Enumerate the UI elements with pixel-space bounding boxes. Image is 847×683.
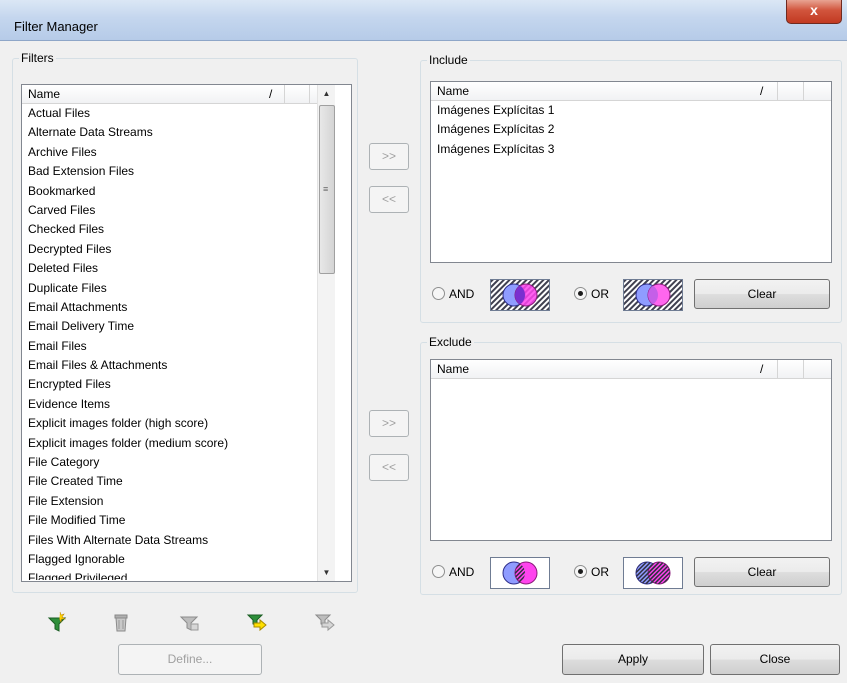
grip-icon: ≡: [323, 184, 329, 194]
include-list-item[interactable]: Imágenes Explícitas 1: [431, 101, 831, 120]
import-filter-icon[interactable]: [246, 611, 268, 633]
scroll-down-icon[interactable]: ▼: [318, 564, 335, 581]
sort-indicator: /: [760, 84, 764, 98]
exclude-list-header[interactable]: Name /: [431, 360, 831, 379]
exclude-and-label[interactable]: AND: [449, 565, 474, 579]
filter-list-item[interactable]: File Created Time: [22, 472, 334, 491]
exclude-list[interactable]: Name /: [430, 359, 832, 541]
window-title: Filter Manager: [14, 19, 98, 34]
or-venn-icon: [623, 279, 683, 311]
filter-list-item[interactable]: Alternate Data Streams: [22, 123, 334, 142]
remove-from-include-button[interactable]: <<: [369, 186, 409, 213]
include-list-header[interactable]: Name /: [431, 82, 831, 101]
filter-list-item[interactable]: Email Delivery Time: [22, 317, 334, 336]
filter-list-item[interactable]: Email Files: [22, 337, 334, 356]
remove-from-exclude-button[interactable]: <<: [369, 454, 409, 481]
include-list-item[interactable]: Imágenes Explícitas 2: [431, 120, 831, 139]
define-button[interactable]: Define...: [118, 644, 262, 675]
filters-rows: Actual Files Alternate Data Streams Archiv…: [22, 104, 334, 580]
title-bar: Filter Manager x: [0, 0, 847, 41]
filter-list-item[interactable]: File Category: [22, 453, 334, 472]
include-list-item[interactable]: Imágenes Explícitas 3: [431, 140, 831, 159]
filter-list-item[interactable]: Files With Alternate Data Streams: [22, 531, 334, 550]
include-or-radio[interactable]: [574, 287, 587, 300]
filters-list-header[interactable]: Name /: [22, 85, 334, 104]
edit-filter-icon[interactable]: [178, 611, 200, 633]
and-venn-icon: [490, 279, 550, 311]
filter-list-item[interactable]: Archive Files: [22, 143, 334, 162]
exclude-legend: Exclude: [429, 335, 472, 349]
add-to-exclude-button[interactable]: >>: [369, 410, 409, 437]
filter-list-item[interactable]: Carved Files: [22, 201, 334, 220]
new-filter-icon[interactable]: [46, 611, 68, 633]
filter-list-item[interactable]: Bad Extension Files: [22, 162, 334, 181]
include-rows: Imágenes Explícitas 1 Imágenes Explícitas…: [431, 101, 831, 159]
filter-list-item[interactable]: File Extension: [22, 492, 334, 511]
exclude-or-label[interactable]: OR: [591, 565, 609, 579]
filter-list-item[interactable]: Encrypted Files: [22, 375, 334, 394]
filter-list-item[interactable]: Email Files & Attachments: [22, 356, 334, 375]
filter-list-item[interactable]: Decrypted Files: [22, 240, 334, 259]
and-venn-icon: [490, 557, 550, 589]
filter-list-item[interactable]: Email Attachments: [22, 298, 334, 317]
sort-indicator: /: [269, 87, 273, 101]
dialog-body: Filters Name / Actual Files Alternate Dat…: [2, 41, 843, 681]
include-legend: Include: [429, 53, 468, 67]
add-to-include-button[interactable]: >>: [369, 143, 409, 170]
include-or-label[interactable]: OR: [591, 287, 609, 301]
filters-list[interactable]: Name / Actual Files Alternate Data Stream…: [21, 84, 352, 582]
name-column-header[interactable]: Name: [437, 84, 469, 98]
name-column-header[interactable]: Name: [437, 362, 469, 376]
column-divider: [803, 82, 804, 100]
filter-list-item[interactable]: Explicit images folder (medium score): [22, 434, 334, 453]
or-venn-icon: [623, 557, 683, 589]
scroll-up-icon[interactable]: ▲: [318, 85, 335, 102]
include-and-radio[interactable]: [432, 287, 445, 300]
filters-legend: Filters: [21, 51, 54, 65]
filter-list-item[interactable]: Actual Files: [22, 104, 334, 123]
delete-filter-icon[interactable]: [110, 611, 132, 633]
filter-list-item[interactable]: Bookmarked: [22, 182, 334, 201]
filter-list-item[interactable]: Duplicate Files: [22, 279, 334, 298]
column-divider: [284, 85, 285, 103]
filter-list-item[interactable]: Explicit images folder (high score): [22, 414, 334, 433]
scroll-thumb[interactable]: ≡: [319, 105, 335, 274]
close-button[interactable]: Close: [710, 644, 840, 675]
column-divider: [803, 360, 804, 378]
filter-list-item[interactable]: Checked Files: [22, 220, 334, 239]
include-clear-button[interactable]: Clear: [694, 279, 830, 309]
filter-list-item[interactable]: Evidence Items: [22, 395, 334, 414]
name-column-header[interactable]: Name: [28, 87, 60, 101]
exclude-or-radio[interactable]: [574, 565, 587, 578]
sort-indicator: /: [760, 362, 764, 376]
filter-list-item[interactable]: File Modified Time: [22, 511, 334, 530]
column-divider: [777, 360, 778, 378]
export-filter-icon[interactable]: [314, 611, 336, 633]
exclude-clear-button[interactable]: Clear: [694, 557, 830, 587]
close-window-button[interactable]: x: [786, 0, 842, 24]
filter-list-item[interactable]: Flagged Ignorable: [22, 550, 334, 569]
include-and-label[interactable]: AND: [449, 287, 474, 301]
filter-list-item[interactable]: Deleted Files: [22, 259, 334, 278]
apply-button[interactable]: Apply: [562, 644, 704, 675]
include-list[interactable]: Name / Imágenes Explícitas 1 Imágenes Exp…: [430, 81, 832, 263]
filters-scrollbar[interactable]: ▲ ≡ ▼: [317, 85, 335, 581]
column-divider: [309, 85, 310, 103]
column-divider: [777, 82, 778, 100]
filter-list-item[interactable]: Flagged Privileged: [22, 569, 334, 580]
exclude-and-radio[interactable]: [432, 565, 445, 578]
